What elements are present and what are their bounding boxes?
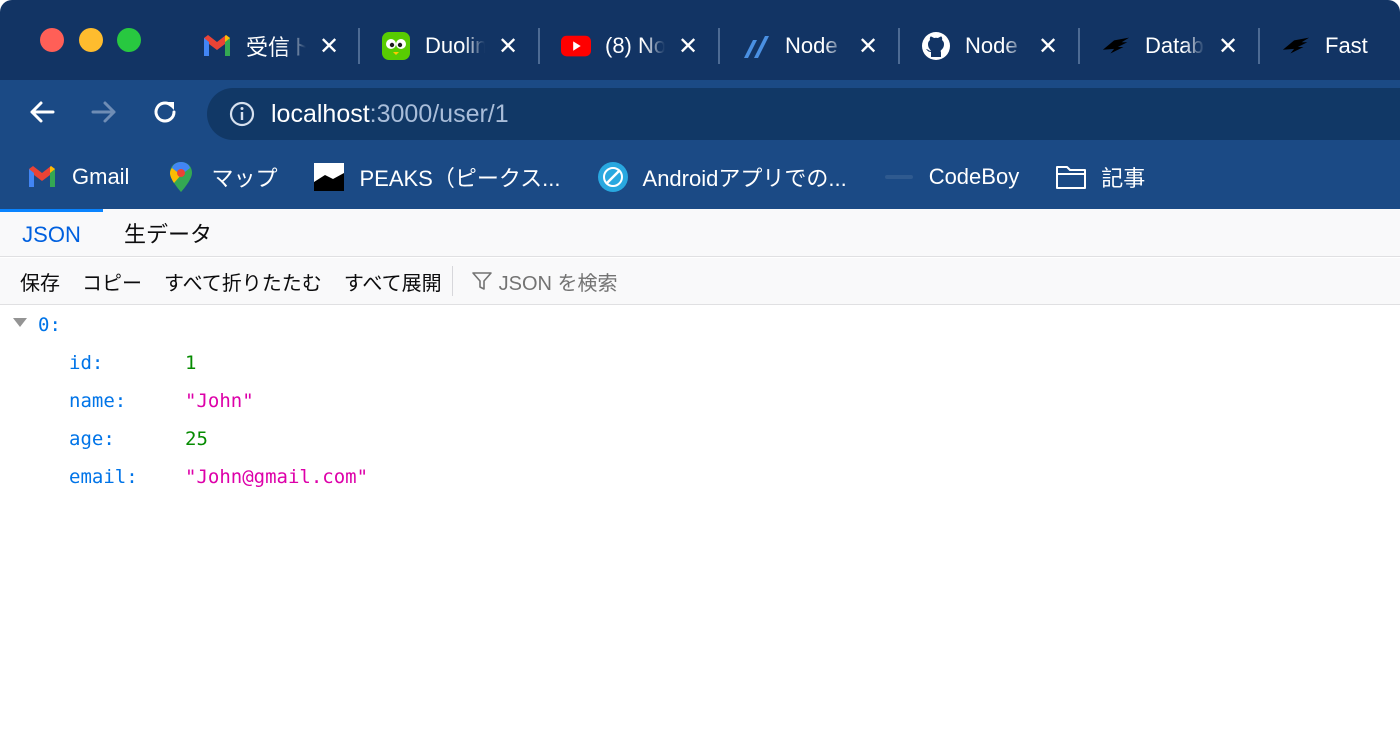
json-value: "John@gmail.com" xyxy=(185,466,369,488)
arrow-left-icon xyxy=(30,101,55,123)
browser-toolbar: localhost:3000/user/1 xyxy=(0,80,1400,145)
save-button[interactable]: 保存 xyxy=(20,267,60,296)
tab-node-docs[interactable]: Node ✕ xyxy=(741,22,881,70)
bookmark-folder-articles[interactable]: 記事 xyxy=(1055,161,1145,193)
bookmark-label: Gmail xyxy=(72,164,130,189)
window-minimize-button[interactable] xyxy=(79,28,103,52)
bookmark-gmail[interactable]: Gmail xyxy=(26,161,129,193)
tab-title: Node xyxy=(965,33,1018,58)
tab-separator xyxy=(1078,28,1080,64)
filter-placeholder: JSON を検索 xyxy=(498,272,618,295)
tab-fastify-database[interactable]: Database ✕ xyxy=(1101,22,1241,70)
tab-title: Duolingo xyxy=(425,33,485,58)
tab-fastify[interactable]: Fast xyxy=(1281,22,1397,70)
window-close-button[interactable] xyxy=(40,28,64,52)
bookmark-label: PEAKS（ピークス... xyxy=(359,166,561,191)
json-key: age: xyxy=(69,428,115,450)
bookmark-label: CodeBoy xyxy=(928,164,1020,189)
tab-title: (8) Node xyxy=(605,33,665,58)
json-value: "John" xyxy=(185,390,254,412)
tab-json[interactable]: JSON xyxy=(0,209,103,257)
tab-title: 受信トレイ xyxy=(246,35,306,60)
github-icon xyxy=(921,31,951,61)
tab-close-icon[interactable]: ✕ xyxy=(855,32,881,61)
peaks-icon xyxy=(313,161,345,193)
tab-gmail[interactable]: 受信トレイ ✕ xyxy=(202,22,342,70)
filter-icon xyxy=(471,270,493,292)
array-index-label: 0: xyxy=(38,314,61,336)
reload-icon xyxy=(154,101,176,123)
tab-github[interactable]: Node ✕ xyxy=(921,22,1061,70)
tab-separator xyxy=(898,28,900,64)
folder-icon xyxy=(1055,161,1087,193)
tree-row-email[interactable]: email: "John@gmail.com" xyxy=(69,459,368,495)
bookmark-maps[interactable]: マップ xyxy=(165,161,277,193)
tab-title: Fast xyxy=(1325,33,1368,58)
reload-button[interactable] xyxy=(147,94,183,130)
tab-separator xyxy=(538,28,540,64)
bookmark-android-app[interactable]: Androidアプリでの... xyxy=(597,161,847,193)
json-key: name: xyxy=(69,390,127,412)
tab-close-icon[interactable]: ✕ xyxy=(316,32,342,61)
tab-duolingo[interactable]: Duolingo ✕ xyxy=(381,22,521,70)
json-key: email: xyxy=(69,466,138,488)
bookmark-label: Androidアプリでの... xyxy=(642,166,847,191)
tab-close-icon[interactable]: ✕ xyxy=(495,32,521,61)
tab-title: Node xyxy=(785,33,838,58)
json-key: id: xyxy=(69,352,104,374)
duolingo-icon xyxy=(381,31,411,61)
tab-title: Database xyxy=(1145,33,1205,58)
arrow-right-icon xyxy=(91,101,116,123)
chevron-down-icon[interactable] xyxy=(13,318,27,327)
back-button[interactable] xyxy=(24,94,60,130)
compass-icon xyxy=(597,161,629,193)
json-viewer-toolbar: 保存 コピー すべて折りたたむ すべて展開 JSON を検索 xyxy=(0,258,1400,305)
site-info-icon[interactable] xyxy=(229,101,255,127)
tree-row-name[interactable]: name: "John" xyxy=(69,383,254,419)
codeboy-icon xyxy=(883,161,915,193)
tree-row-id[interactable]: id: 1 xyxy=(69,345,196,381)
tree-row-age[interactable]: age: 25 xyxy=(69,421,208,457)
copy-button[interactable]: コピー xyxy=(82,267,142,296)
fastify-icon xyxy=(1281,31,1311,61)
tab-separator xyxy=(718,28,720,64)
tab-separator xyxy=(1258,28,1260,64)
forward-button[interactable] xyxy=(86,94,122,130)
expand-all-button[interactable]: すべて展開 xyxy=(344,267,442,296)
bookmarks-bar: Gmail マップ PEAKS（ピークス... Androidアプリでの... … xyxy=(0,145,1400,209)
bookmark-label: 記事 xyxy=(1101,166,1146,191)
window-zoom-button[interactable] xyxy=(117,28,141,52)
tab-separator xyxy=(358,28,360,64)
maps-pin-icon xyxy=(165,161,197,193)
tab-close-icon[interactable]: ✕ xyxy=(1035,32,1061,61)
tree-row-index[interactable]: 0: xyxy=(38,307,61,343)
node-icon xyxy=(741,31,771,61)
tab-close-icon[interactable]: ✕ xyxy=(675,32,701,61)
url-path: :3000/user/1 xyxy=(369,99,509,128)
tab-close-icon[interactable]: ✕ xyxy=(1215,32,1241,61)
address-bar[interactable]: localhost:3000/user/1 xyxy=(207,88,1400,140)
bookmark-peaks[interactable]: PEAKS（ピークス... xyxy=(313,161,561,193)
tab-strip: 受信トレイ ✕ Duolingo ✕ (8) Node ✕ Node ✕ Nod… xyxy=(0,0,1400,80)
gmail-icon xyxy=(26,161,58,193)
collapse-all-button[interactable]: すべて折りたたむ xyxy=(164,267,322,296)
url-host: localhost xyxy=(271,99,370,128)
bookmark-codeboy[interactable]: CodeBoy xyxy=(883,161,1020,193)
gmail-icon xyxy=(202,31,232,61)
youtube-icon xyxy=(561,31,591,61)
fastify-icon xyxy=(1101,31,1131,61)
tab-raw-data[interactable]: 生データ xyxy=(124,209,212,257)
bookmark-label: マップ xyxy=(211,166,278,191)
json-filter-input[interactable]: JSON を検索 xyxy=(471,267,618,296)
json-value: 25 xyxy=(185,428,208,450)
toolbar-divider xyxy=(451,266,453,296)
json-viewer-tabs: JSON 生データ xyxy=(0,209,1400,257)
json-value: 1 xyxy=(185,352,197,374)
tab-youtube[interactable]: (8) Node ✕ xyxy=(561,22,701,70)
